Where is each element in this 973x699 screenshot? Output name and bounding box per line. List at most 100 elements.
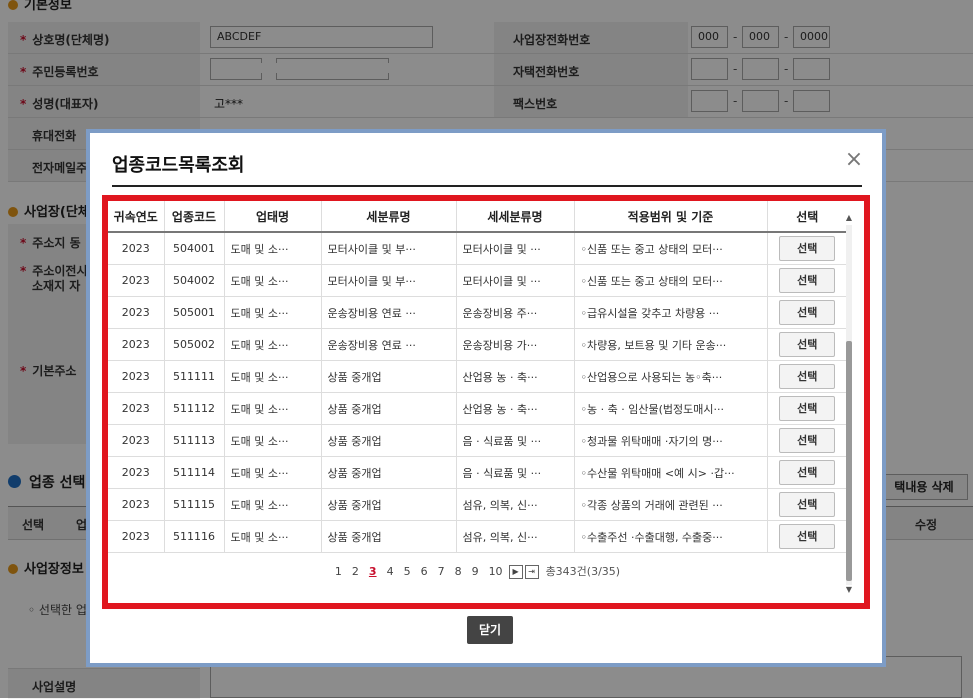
close-icon[interactable]: × bbox=[844, 149, 864, 171]
page-link[interactable]: 5 bbox=[404, 565, 411, 578]
col-year: 귀속연도 bbox=[108, 201, 164, 233]
cell-type: 도매 및 소··· bbox=[223, 520, 321, 553]
cell-sub: 운송장비용 연료 ··· bbox=[320, 296, 456, 329]
select-button[interactable]: 선택 bbox=[779, 396, 836, 421]
cell-type: 도매 및 소··· bbox=[223, 264, 321, 297]
select-button[interactable]: 선택 bbox=[779, 268, 836, 293]
cell-year: 2023 bbox=[108, 456, 164, 489]
cell-select: 선택 bbox=[766, 488, 847, 521]
cell-scope: ◦차량용, 보트용 및 기타 운송··· bbox=[573, 328, 767, 361]
cell-year: 2023 bbox=[108, 488, 164, 521]
cell-code: 511115 bbox=[163, 488, 224, 521]
table-row: 2023 511114 도매 및 소··· 상품 중개업 음 · 식료품 및 ··· ◦수… bbox=[108, 456, 847, 489]
cell-select: 선택 bbox=[766, 520, 847, 553]
cell-type: 도매 및 소··· bbox=[223, 424, 321, 457]
cell-subsub: 음 · 식료품 및 ··· bbox=[455, 456, 574, 489]
cell-sub: 모터사이클 및 부··· bbox=[320, 264, 456, 297]
cell-scope: ◦신품 또는 중고 상태의 모터··· bbox=[573, 232, 767, 265]
table-row: 2023 511115 도매 및 소··· 상품 중개업 섬유, 의복, 신··· ◦각종… bbox=[108, 488, 847, 521]
page-link[interactable]: 6 bbox=[421, 565, 428, 578]
page-link[interactable]: 7 bbox=[438, 565, 445, 578]
select-button[interactable]: 선택 bbox=[779, 364, 836, 389]
next-page-icon[interactable]: ▶ bbox=[508, 565, 523, 579]
select-button[interactable]: 선택 bbox=[779, 428, 836, 453]
cell-scope: ◦신품 또는 중고 상태의 모터··· bbox=[573, 264, 767, 297]
cell-subsub: 모터사이클 및 ··· bbox=[455, 264, 574, 297]
total-count: 총343건(3/35) bbox=[545, 565, 621, 578]
table-row: 2023 505001 도매 및 소··· 운송장비용 연료 ··· 운송장비용 주··… bbox=[108, 296, 847, 329]
cell-select: 선택 bbox=[766, 456, 847, 489]
select-button[interactable]: 선택 bbox=[779, 236, 836, 261]
cell-subsub: 운송장비용 주··· bbox=[455, 296, 574, 329]
cell-subsub: 산업용 농 · 축··· bbox=[455, 360, 574, 393]
cell-year: 2023 bbox=[108, 392, 164, 425]
cell-select: 선택 bbox=[766, 232, 847, 265]
cell-code: 511114 bbox=[163, 456, 224, 489]
cell-year: 2023 bbox=[108, 232, 164, 265]
industry-code-modal: 업종코드목록조회 × 귀속연도 업종코드 업태명 세분류명 세세분류명 적용범위… bbox=[86, 129, 886, 667]
table-row: 2023 511113 도매 및 소··· 상품 중개업 음 · 식료품 및 ··· ◦청… bbox=[108, 424, 847, 457]
cell-subsub: 음 · 식료품 및 ··· bbox=[455, 424, 574, 457]
page-link[interactable]: 8 bbox=[455, 565, 462, 578]
vertical-scrollbar[interactable]: ▲ ▼ bbox=[844, 213, 854, 595]
page-link[interactable]: 4 bbox=[387, 565, 394, 578]
page-link[interactable]: 1 bbox=[335, 565, 342, 578]
select-button[interactable]: 선택 bbox=[779, 300, 836, 325]
cell-sub: 상품 중개업 bbox=[320, 520, 456, 553]
scroll-down-icon[interactable]: ▼ bbox=[844, 585, 854, 594]
cell-code: 505001 bbox=[163, 296, 224, 329]
cell-select: 선택 bbox=[766, 424, 847, 457]
cell-year: 2023 bbox=[108, 296, 164, 329]
cell-type: 도매 및 소··· bbox=[223, 488, 321, 521]
cell-scope: ◦산업용으로 사용되는 농◦축··· bbox=[573, 360, 767, 393]
cell-subsub: 모터사이클 및 ··· bbox=[455, 232, 574, 265]
cell-code: 505002 bbox=[163, 328, 224, 361]
cell-code: 511113 bbox=[163, 424, 224, 457]
cell-scope: ◦급유시설을 갖추고 차량용 ··· bbox=[573, 296, 767, 329]
cell-code: 511111 bbox=[163, 360, 224, 393]
cell-code: 504001 bbox=[163, 232, 224, 265]
select-button[interactable]: 선택 bbox=[779, 524, 836, 549]
industry-code-table: 귀속연도 업종코드 업태명 세분류명 세세분류명 적용범위 및 기준 선택 20… bbox=[108, 201, 847, 553]
cell-select: 선택 bbox=[766, 296, 847, 329]
select-button[interactable]: 선택 bbox=[779, 332, 836, 357]
table-row: 2023 504001 도매 및 소··· 모터사이클 및 부··· 모터사이클 및 ·… bbox=[108, 232, 847, 265]
cell-subsub: 섬유, 의복, 신··· bbox=[455, 520, 574, 553]
col-subclass: 세분류명 bbox=[320, 201, 456, 233]
page-link[interactable]: 3 bbox=[369, 565, 377, 578]
scroll-up-icon[interactable]: ▲ bbox=[844, 213, 854, 222]
table-row: 2023 505002 도매 및 소··· 운송장비용 연료 ··· 운송장비용 가··… bbox=[108, 328, 847, 361]
cell-subsub: 산업용 농 · 축··· bbox=[455, 392, 574, 425]
page-link[interactable]: 2 bbox=[352, 565, 359, 578]
cell-year: 2023 bbox=[108, 424, 164, 457]
table-row: 2023 511112 도매 및 소··· 상품 중개업 산업용 농 · 축··· ◦농 … bbox=[108, 392, 847, 425]
col-scope: 적용범위 및 기준 bbox=[573, 201, 767, 233]
cell-select: 선택 bbox=[766, 328, 847, 361]
close-button[interactable]: 닫기 bbox=[467, 616, 513, 644]
cell-scope: ◦각종 상품의 거래에 관련된 ··· bbox=[573, 488, 767, 521]
cell-subsub: 섬유, 의복, 신··· bbox=[455, 488, 574, 521]
page-link[interactable]: 9 bbox=[472, 565, 479, 578]
cell-scope: ◦수출주선 ·수출대행, 수출중··· bbox=[573, 520, 767, 553]
cell-subsub: 운송장비용 가··· bbox=[455, 328, 574, 361]
cell-type: 도매 및 소··· bbox=[223, 296, 321, 329]
page-link[interactable]: 10 bbox=[489, 565, 503, 578]
cell-year: 2023 bbox=[108, 360, 164, 393]
cell-sub: 상품 중개업 bbox=[320, 456, 456, 489]
cell-sub: 상품 중개업 bbox=[320, 488, 456, 521]
cell-select: 선택 bbox=[766, 360, 847, 393]
table-header-row: 귀속연도 업종코드 업태명 세분류명 세세분류명 적용범위 및 기준 선택 bbox=[108, 201, 847, 233]
scroll-thumb[interactable] bbox=[846, 341, 852, 581]
cell-year: 2023 bbox=[108, 328, 164, 361]
table-row: 2023 511116 도매 및 소··· 상품 중개업 섬유, 의복, 신··· ◦수출… bbox=[108, 520, 847, 553]
cell-year: 2023 bbox=[108, 264, 164, 297]
col-select: 선택 bbox=[766, 201, 847, 233]
last-page-icon[interactable]: ⇥ bbox=[524, 565, 539, 579]
code-list-panel: 귀속연도 업종코드 업태명 세분류명 세세분류명 적용범위 및 기준 선택 20… bbox=[102, 195, 870, 609]
cell-sub: 상품 중개업 bbox=[320, 424, 456, 457]
cell-code: 511116 bbox=[163, 520, 224, 553]
select-button[interactable]: 선택 bbox=[779, 460, 836, 485]
select-button[interactable]: 선택 bbox=[779, 492, 836, 517]
cell-year: 2023 bbox=[108, 520, 164, 553]
cell-select: 선택 bbox=[766, 264, 847, 297]
